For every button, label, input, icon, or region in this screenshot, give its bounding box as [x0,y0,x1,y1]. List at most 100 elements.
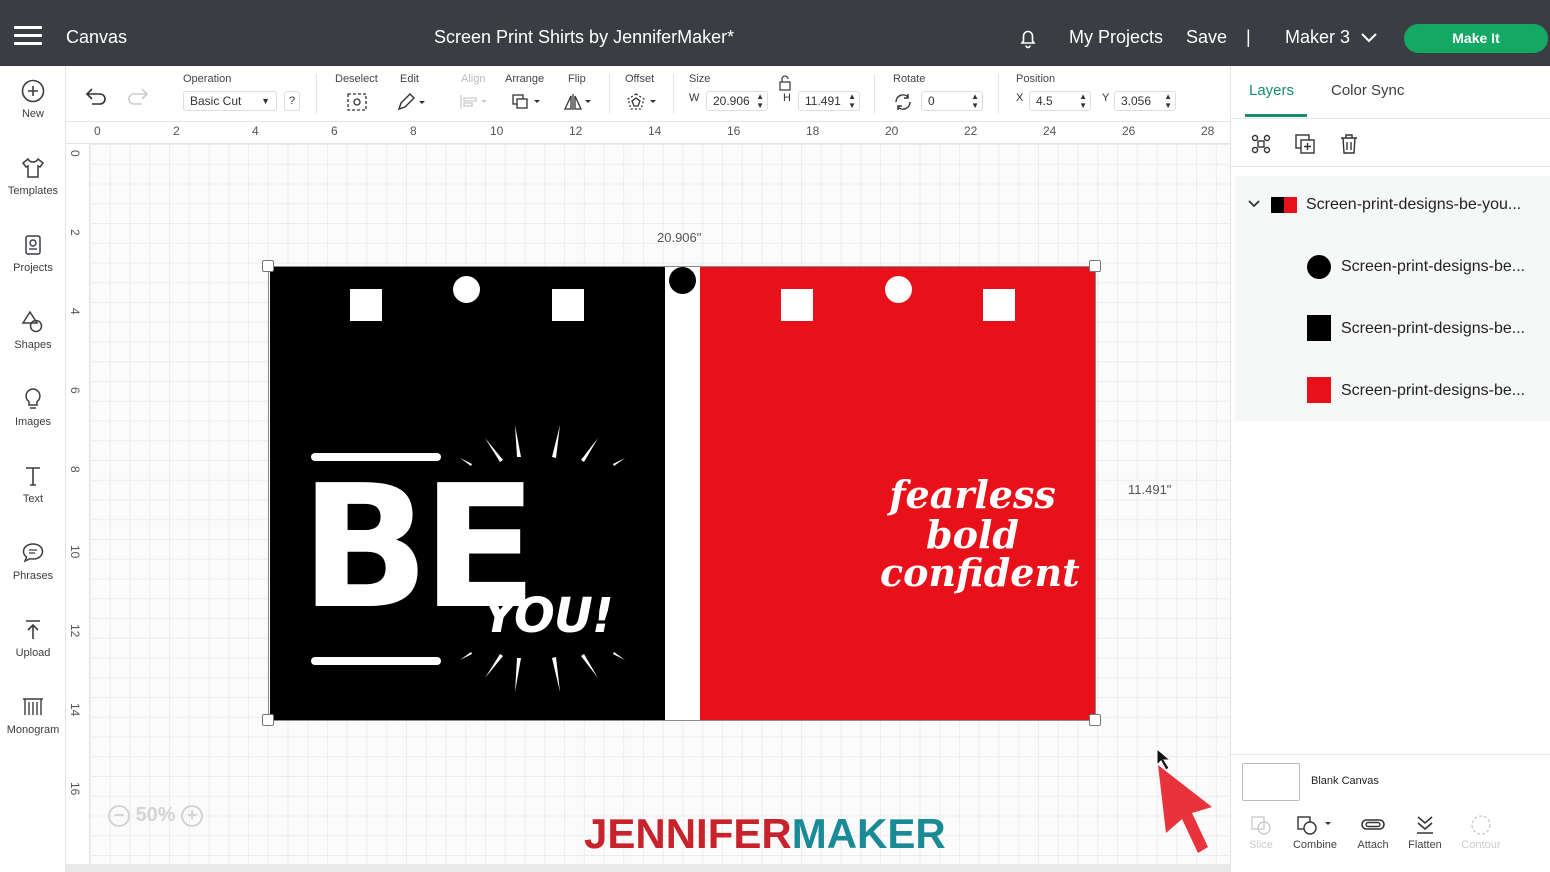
stepper-icon[interactable]: ▲ ▼ [1164,92,1172,110]
sidebar-item-monogram[interactable]: Monogram [0,694,66,736]
my-projects-link[interactable]: My Projects [1069,27,1163,48]
shapes-icon [21,310,43,333]
ruler-tick: 16 [727,124,741,138]
layer-group-name[interactable]: Screen-print-designs-be-you... [1306,196,1521,214]
width-value: 20.906 [713,94,750,108]
sidebar-item-phrases[interactable]: Phrases [0,540,66,582]
machine-selector[interactable]: Maker 3 [1285,27,1350,48]
registration-square [983,289,1015,321]
stepper-icon[interactable]: ▲ ▼ [1079,92,1087,110]
x-value: 4.5 [1036,94,1053,108]
flatten-button[interactable]: Flatten [1395,814,1455,851]
chevron-down-icon[interactable] [1360,31,1378,49]
offset-icon[interactable] [626,92,660,112]
contour-label: Contour [1461,839,1501,851]
layer-item[interactable]: Screen-print-designs-be... [1341,382,1525,400]
ruler-tick: 22 [964,124,978,138]
rotate-input[interactable]: 0 ▲ ▼ [921,91,983,111]
operation-select[interactable]: Basic Cut ▼ [183,91,277,111]
toolbar-divider [998,74,999,114]
tab-color-sync[interactable]: Color Sync [1331,82,1404,99]
script-line-fearless: fearless [889,472,1056,517]
attach-button[interactable]: Attach [1343,814,1403,851]
pointer-cursor-icon [1156,747,1212,853]
edit-label: Edit [400,73,419,85]
lightbulb-icon [25,388,41,409]
sidebar-item-upload[interactable]: Upload [0,617,66,659]
sidebar-item-templates[interactable]: Templates [0,155,66,197]
layer-item[interactable]: Screen-print-designs-be... [1341,258,1525,276]
trash-icon[interactable] [1337,132,1361,156]
stepper-icon[interactable]: ▲ ▼ [756,92,764,110]
blank-canvas-label: Blank Canvas [1311,775,1379,787]
stepper-icon[interactable]: ▲ ▼ [848,92,856,110]
zoom-control[interactable]: − 50% + [108,804,204,827]
top-bar: Canvas Screen Print Shirts by JenniferMa… [0,0,1550,66]
monogram-icon [23,698,43,715]
ruler-top: 0 2 4 6 8 10 12 14 16 18 20 22 24 26 28 [66,122,1230,144]
registration-square [781,289,813,321]
sidebar-item-images[interactable]: Images [0,386,66,428]
y-label: Y [1102,92,1110,104]
deselect-icon[interactable] [346,92,368,112]
zoom-level: 50% [135,804,176,826]
sidebar-label: Phrases [12,570,54,582]
duplicate-icon[interactable] [1293,132,1317,156]
ruler-tick: 12 [569,124,583,138]
hamburger-menu-icon[interactable] [14,26,42,50]
deselect-label: Deselect [335,73,378,85]
y-position-input[interactable]: 3.056 ▲ ▼ [1114,91,1176,111]
make-it-button[interactable]: Make It [1404,24,1548,53]
resize-handle[interactable] [262,260,274,272]
width-input[interactable]: 20.906 ▲ ▼ [706,91,768,111]
lock-icon[interactable] [778,75,792,91]
sidebar-item-new[interactable]: New [0,78,66,120]
align-icon[interactable] [459,94,489,110]
slice-button[interactable]: Slice [1231,814,1291,851]
tab-layers[interactable]: Layers [1249,82,1294,99]
contour-button[interactable]: Contour [1451,814,1511,851]
registration-square [350,289,382,321]
ruler-tick: 0 [94,124,101,138]
sidebar-label: Images [14,416,52,428]
edit-pencil-icon[interactable] [396,92,426,112]
stepper-icon[interactable]: ▲ ▼ [971,92,979,110]
panel-divider [1231,118,1550,119]
shirt-icon [21,157,45,178]
group-icon[interactable] [1249,132,1273,156]
blank-canvas-swatch[interactable] [1242,763,1300,801]
arrange-icon[interactable] [511,93,543,111]
ruler-tick: 4 [68,308,82,315]
x-position-input[interactable]: 4.5 ▲ ▼ [1029,91,1091,111]
combine-button[interactable]: Combine [1285,814,1345,851]
rotate-value: 0 [928,94,935,108]
arrange-label: Arrange [505,73,545,85]
chevron-down-icon[interactable] [1247,199,1261,209]
red-layer-thumbnail [1307,377,1331,403]
sidebar-item-text[interactable]: Text [0,463,66,505]
operation-help-button[interactable]: ? [284,91,300,111]
document-title[interactable]: Screen Print Shirts by JenniferMaker* [434,27,734,48]
layer-item[interactable]: Screen-print-designs-be... [1341,320,1525,338]
toolbar-divider [316,74,317,114]
redo-icon[interactable] [126,86,150,106]
zoom-in-icon[interactable]: + [181,805,204,827]
undo-icon[interactable] [84,86,108,106]
slice-icon [1251,816,1271,835]
save-button[interactable]: Save [1186,27,1227,48]
ruler-left: 0 2 4 6 8 10 12 14 16 [66,144,90,864]
rotate-icon [895,94,911,110]
bell-icon[interactable] [1016,26,1040,55]
resize-handle[interactable] [1089,714,1101,726]
topbar-separator: | [1246,27,1251,47]
flip-icon[interactable] [563,92,595,112]
ruler-tick: 4 [252,124,259,138]
zoom-out-icon[interactable]: − [108,805,130,827]
resize-handle[interactable] [262,714,274,726]
height-input[interactable]: 11.491 ▲ ▼ [798,91,860,111]
sidebar-item-projects[interactable]: Projects [0,232,66,274]
sidebar-label: New [21,108,44,120]
resize-handle[interactable] [1089,260,1101,272]
sidebar-item-shapes[interactable]: Shapes [0,309,66,351]
horizontal-scrollbar[interactable] [66,864,1230,872]
